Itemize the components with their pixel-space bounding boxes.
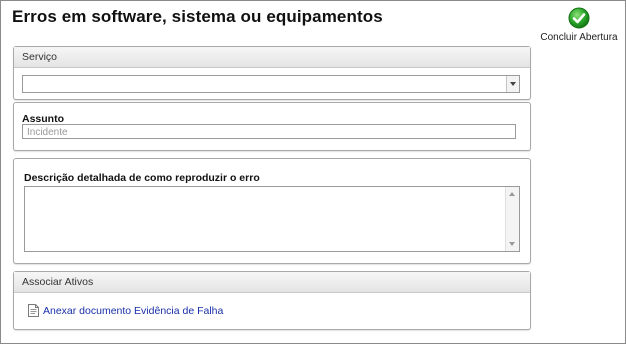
- page-title: Erros em software, sistema ou equipament…: [12, 7, 383, 26]
- subject-input[interactable]: Incidente: [22, 124, 516, 139]
- assets-panel: Associar Ativos Anexar documento Evidênc…: [13, 271, 531, 330]
- conclude-opening-label: Concluir Abertura: [540, 32, 618, 43]
- description-scrollbar[interactable]: [505, 187, 519, 251]
- service-select[interactable]: [22, 75, 520, 93]
- service-panel-header: Serviço: [14, 47, 530, 68]
- green-check-icon: [568, 7, 590, 29]
- assets-panel-header: Associar Ativos: [14, 272, 530, 293]
- service-panel: Serviço: [13, 46, 531, 100]
- attach-evidence-link-text[interactable]: Anexar documento Evidência de Falha: [43, 305, 223, 317]
- form-window: Erros em software, sistema ou equipament…: [0, 0, 626, 344]
- scroll-up-icon[interactable]: [509, 192, 515, 196]
- description-panel: Descrição detalhada de como reproduzir o…: [13, 158, 531, 264]
- document-icon: [28, 304, 39, 317]
- attach-evidence-link[interactable]: Anexar documento Evidência de Falha: [28, 304, 223, 317]
- description-textarea[interactable]: [24, 186, 520, 252]
- chevron-down-icon[interactable]: [506, 76, 519, 92]
- subject-panel: Assunto Incidente: [13, 102, 531, 151]
- scroll-down-icon[interactable]: [509, 242, 515, 246]
- description-label: Descrição detalhada de como reproduzir o…: [24, 172, 260, 184]
- conclude-opening-button[interactable]: Concluir Abertura: [535, 7, 623, 43]
